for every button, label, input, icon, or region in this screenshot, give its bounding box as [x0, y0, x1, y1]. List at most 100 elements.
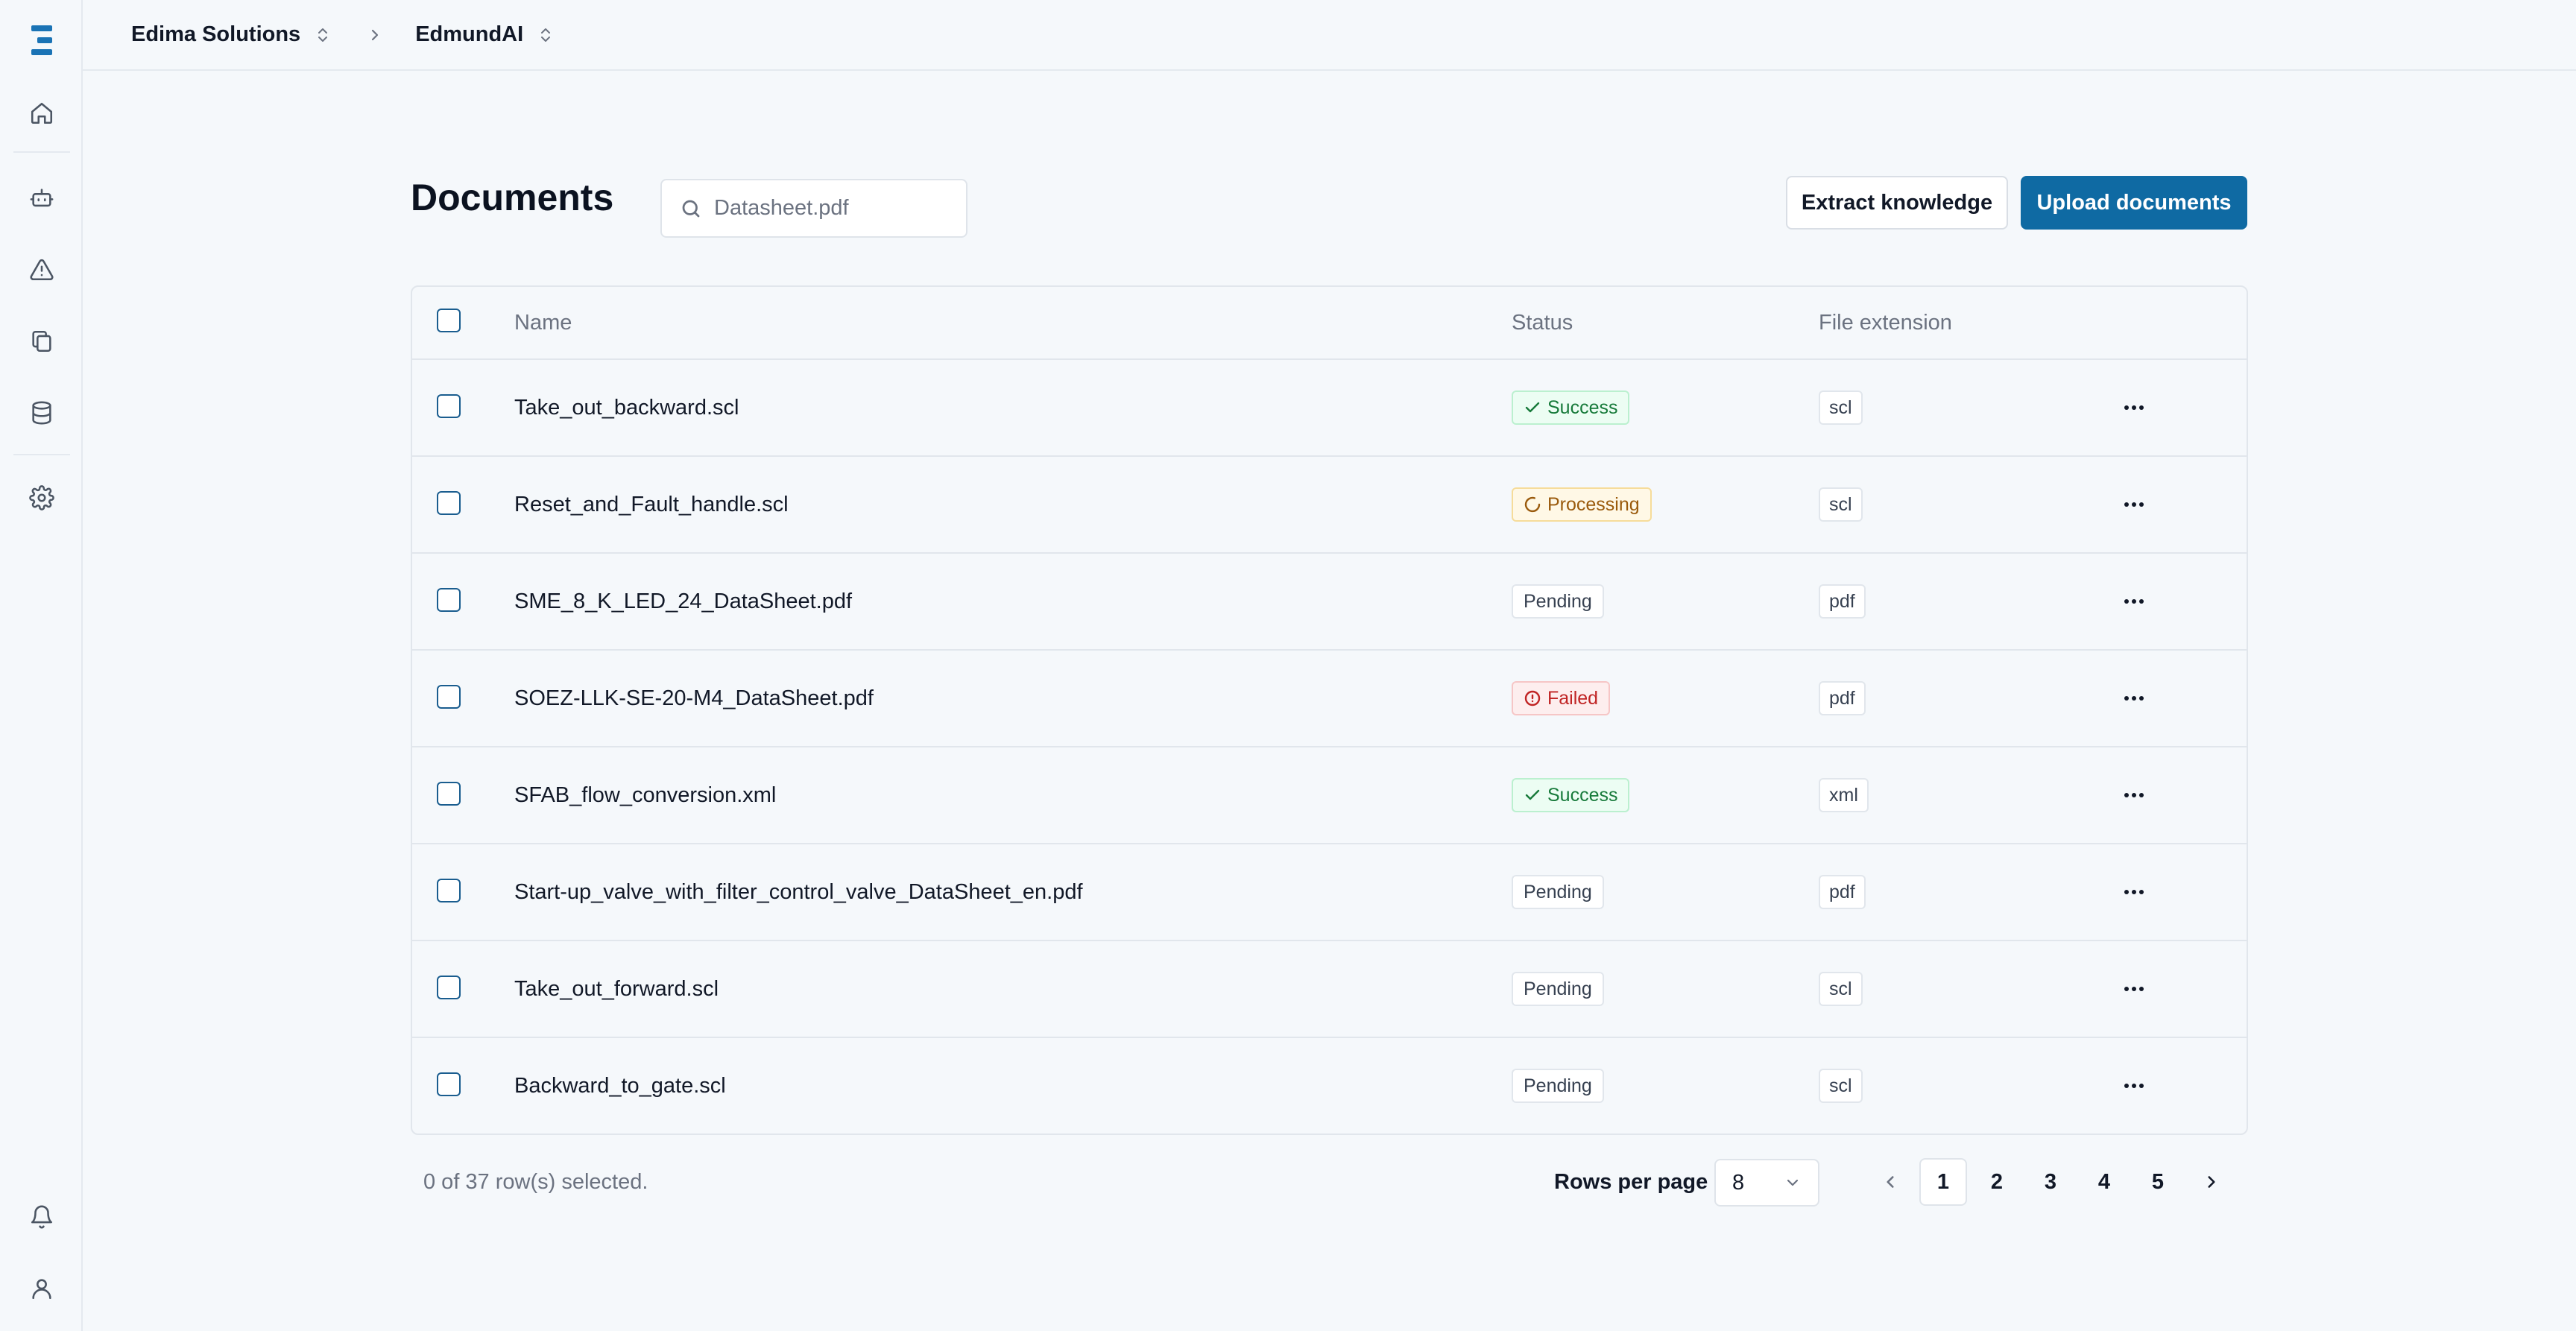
bell-icon [31, 1205, 53, 1229]
document-name[interactable]: Backward_to_gate.scl [514, 1038, 726, 1134]
page-button-3[interactable]: 3 [2027, 1158, 2074, 1206]
rows-per-page-select[interactable]: 8 [1714, 1159, 1819, 1207]
previous-page-button[interactable] [1866, 1158, 1914, 1206]
sidebar-item-alerts[interactable] [25, 253, 59, 287]
file-extension-badge: scl [1819, 972, 1863, 1006]
row-actions-button[interactable] [2119, 393, 2149, 423]
table-row[interactable]: Start-up_valve_with_filter_control_valve… [412, 844, 2247, 941]
status-cell: Success [1512, 747, 1630, 843]
extension-cell: scl [1819, 941, 1863, 1037]
status-badge: Success [1512, 778, 1630, 812]
sidebar-divider [13, 454, 70, 455]
status-cell: Pending [1512, 1038, 1604, 1134]
row-checkbox[interactable] [437, 976, 461, 999]
status-badge: Pending [1512, 972, 1604, 1006]
extension-cell: pdf [1819, 651, 1866, 746]
row-actions-button[interactable] [2119, 683, 2149, 713]
status-label: Failed [1547, 687, 1599, 709]
check-icon [1525, 789, 1540, 800]
row-actions-button[interactable] [2119, 1071, 2149, 1101]
status-cell: Success [1512, 360, 1630, 455]
breadcrumb-project[interactable]: EdmundAI [415, 22, 555, 47]
row-actions-button[interactable] [2119, 974, 2149, 1004]
document-name[interactable]: SME_8_K_LED_24_DataSheet.pdf [514, 554, 852, 649]
sidebar-item-profile[interactable] [25, 1271, 59, 1306]
column-header-file-extension[interactable]: File extension [1819, 287, 1952, 358]
loader-icon [1524, 496, 1541, 513]
select-all-checkbox[interactable] [437, 309, 461, 332]
breadcrumb-separator [366, 26, 384, 44]
breadcrumb-project-label: EdmundAI [415, 22, 524, 46]
document-name[interactable]: Start-up_valve_with_filter_control_valve… [514, 844, 1083, 940]
chevron-down-icon [1787, 1179, 1799, 1186]
table-row[interactable]: SME_8_K_LED_24_DataSheet.pdf Pending pdf [412, 554, 2247, 651]
column-header-status[interactable]: Status [1512, 287, 1573, 358]
row-checkbox[interactable] [437, 1072, 461, 1096]
page-button-2[interactable]: 2 [1973, 1158, 2021, 1206]
page-button-5[interactable]: 5 [2134, 1158, 2182, 1206]
document-name[interactable]: Take_out_forward.scl [514, 941, 719, 1037]
rows-per-page-label: Rows per page [1554, 1170, 1708, 1194]
sidebar-divider [13, 151, 70, 153]
sidebar-item-agents[interactable] [25, 181, 59, 215]
status-cell: Failed [1512, 651, 1611, 746]
home-icon [31, 102, 53, 124]
search-input[interactable] [714, 196, 953, 221]
table-row[interactable]: Take_out_forward.scl Pending scl [412, 941, 2247, 1038]
extension-cell: scl [1819, 1038, 1863, 1134]
extract-knowledge-button[interactable]: Extract knowledge [1786, 176, 2008, 230]
search-box [660, 179, 967, 238]
chevrons-up-down-icon [541, 28, 551, 42]
column-header-name[interactable]: Name [514, 287, 572, 358]
row-actions-button[interactable] [2119, 780, 2149, 810]
file-extension-badge: xml [1819, 778, 1869, 812]
row-actions-button[interactable] [2119, 490, 2149, 519]
row-actions-button[interactable] [2119, 877, 2149, 907]
row-checkbox[interactable] [437, 394, 461, 418]
row-checkbox[interactable] [437, 491, 461, 515]
document-name[interactable]: Reset_and_Fault_handle.scl [514, 457, 789, 552]
extension-cell: scl [1819, 360, 1863, 455]
table-row[interactable]: SOEZ-LLK-SE-20-M4_DataSheet.pdf Failed pdf [412, 651, 2247, 747]
document-name[interactable]: SOEZ-LLK-SE-20-M4_DataSheet.pdf [514, 651, 874, 746]
page-button-1[interactable]: 1 [1919, 1158, 1967, 1206]
bot-icon [30, 189, 54, 207]
sidebar-item-home[interactable] [25, 96, 59, 130]
status-cell: Pending [1512, 844, 1604, 940]
row-checkbox[interactable] [437, 588, 461, 612]
status-badge: Pending [1512, 584, 1604, 619]
sidebar-item-database[interactable] [25, 396, 59, 430]
breadcrumb-org-label: Edima Solutions [131, 22, 301, 46]
documents-table: Name Status File extension Take_out_back… [411, 285, 2248, 1135]
status-badge: Pending [1512, 875, 1604, 909]
document-name[interactable]: Take_out_backward.scl [514, 360, 739, 455]
breadcrumb-org[interactable]: Edima Solutions [131, 22, 332, 47]
document-name[interactable]: SFAB_flow_conversion.xml [514, 747, 776, 843]
upload-documents-button[interactable]: Upload documents [2021, 176, 2247, 230]
app-logo[interactable] [31, 25, 52, 55]
table-row[interactable]: Take_out_backward.scl Success scl [412, 360, 2247, 457]
search-icon [682, 200, 700, 217]
row-checkbox[interactable] [437, 879, 461, 902]
table-row[interactable]: Reset_and_Fault_handle.scl Processing scl [412, 457, 2247, 554]
file-extension-badge: pdf [1819, 584, 1866, 619]
table-row[interactable]: Backward_to_gate.scl Pending scl [412, 1038, 2247, 1135]
row-actions-button[interactable] [2119, 587, 2149, 616]
status-label: Pending [1524, 978, 1592, 999]
chevron-right-icon [2208, 1176, 2215, 1188]
documents-icon [32, 330, 51, 352]
user-icon [32, 1279, 51, 1300]
file-extension-badge: pdf [1819, 875, 1866, 909]
sidebar-item-settings[interactable] [25, 481, 59, 515]
table-row[interactable]: SFAB_flow_conversion.xml Success xml [412, 747, 2247, 844]
row-checkbox[interactable] [437, 782, 461, 806]
file-extension-badge: scl [1819, 487, 1863, 522]
page-button-4[interactable]: 4 [2080, 1158, 2128, 1206]
next-page-button[interactable] [2188, 1158, 2235, 1206]
file-extension-badge: pdf [1819, 681, 1866, 715]
sidebar-item-documents[interactable] [25, 324, 59, 358]
row-checkbox[interactable] [437, 685, 461, 709]
alert-circle-icon [1524, 690, 1541, 706]
status-label: Pending [1524, 1075, 1592, 1096]
sidebar-item-notifications[interactable] [25, 1200, 59, 1234]
